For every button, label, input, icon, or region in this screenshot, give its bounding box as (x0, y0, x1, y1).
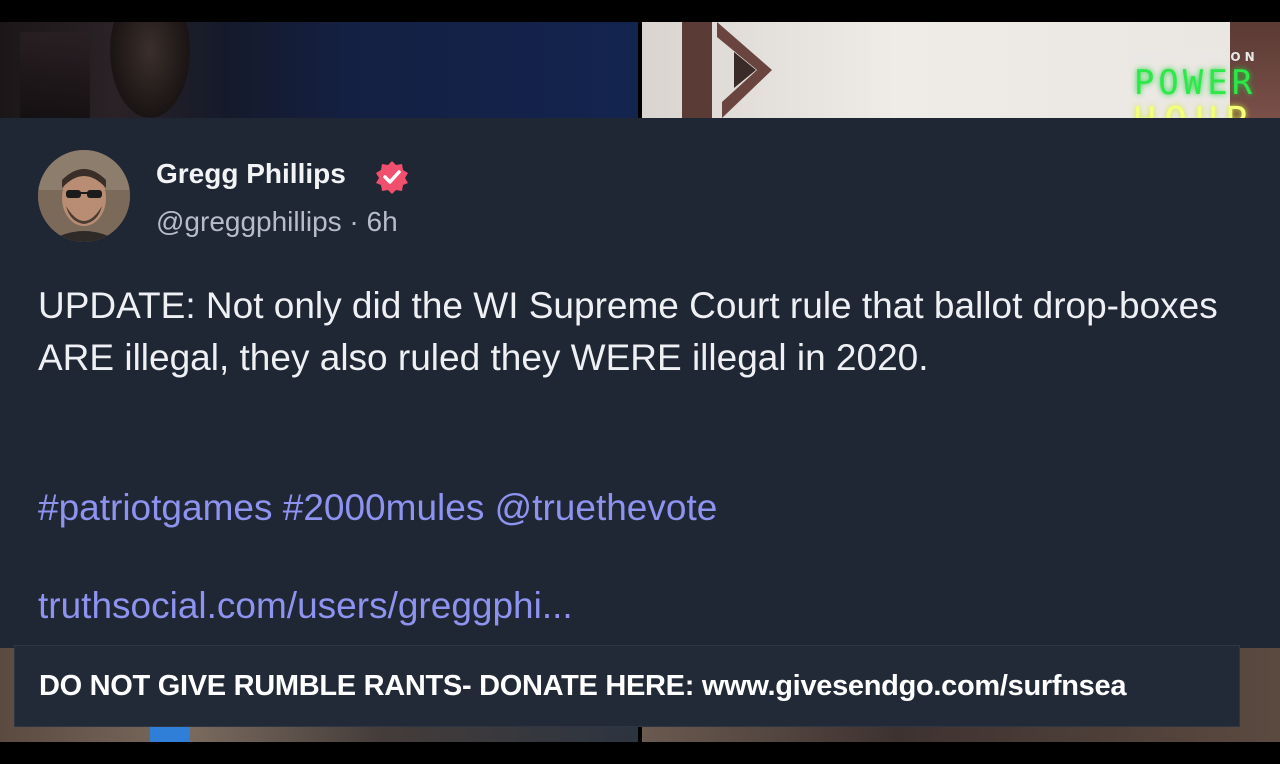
letterbox-top (0, 0, 1280, 22)
hashtag-link[interactable]: #2000mules (283, 487, 485, 528)
post-body-text: UPDATE: Not only did the WI Supreme Cour… (38, 285, 1218, 378)
background-person-silhouette (20, 32, 90, 118)
video-feed-top-left (0, 22, 638, 118)
donation-banner: DO NOT GIVE RUMBLE RANTS- DONATE HERE: w… (14, 645, 1240, 727)
background-person-silhouette (110, 22, 190, 118)
post-hashtags: #patriotgames #2000mules @truethevote (38, 482, 717, 534)
studio-logo-graphic (682, 22, 772, 118)
post-timestamp[interactable]: 6h (367, 206, 398, 237)
author-avatar[interactable] (38, 150, 130, 242)
post-author-handle[interactable]: @greggphillips (156, 206, 342, 237)
mention-link[interactable]: @truethevote (495, 487, 718, 528)
watermark-devolution: DEVOLUTION (1131, 50, 1259, 64)
verified-badge-icon (376, 161, 408, 194)
watermark-power: POWER (1133, 63, 1257, 103)
meta-separator: · (349, 206, 359, 237)
hashtag-link[interactable]: #patriotgames (38, 487, 272, 528)
donation-banner-text: DO NOT GIVE RUMBLE RANTS- DONATE HERE: w… (39, 670, 1127, 702)
background-object (150, 726, 190, 742)
letterbox-bottom (0, 742, 1280, 764)
post-meta: @greggphillips · 6h (156, 206, 398, 238)
post-author-name[interactable]: Gregg Phillips (156, 158, 346, 190)
profile-avatar (38, 150, 130, 242)
post-url-link[interactable]: truthsocial.com/users/greggphi... (38, 580, 573, 632)
